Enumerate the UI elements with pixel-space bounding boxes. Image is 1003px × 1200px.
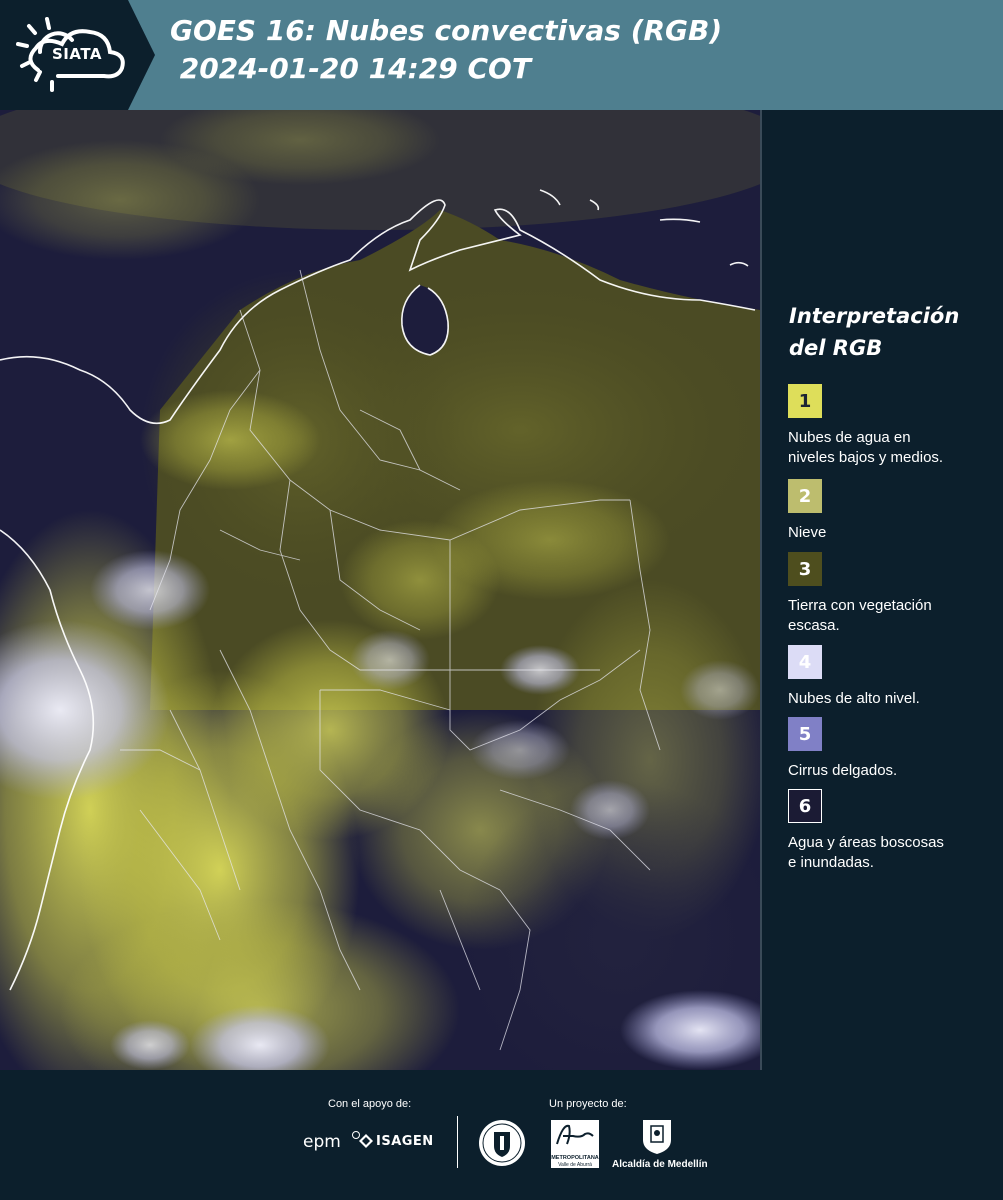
legend-item-3: 3 Tierra con vegetación escasa. (788, 552, 998, 636)
header-bar: SIATA GOES 16: Nubes convectivas (RGB) 2… (0, 0, 1003, 110)
legend-label-3: Tierra con vegetación escasa. (788, 597, 932, 634)
epm-logo[interactable]: epm (303, 1132, 341, 1152)
isagen-mark-icon (359, 1134, 373, 1148)
legend-item-4: 4 Nubes de alto nivel. (788, 645, 998, 709)
legend-title: Interpretación del RGB (789, 304, 960, 360)
alcaldia-shield-icon[interactable] (641, 1118, 673, 1156)
alcaldia-text: Alcaldía de Medellín (612, 1159, 708, 1170)
footer-divider (457, 1116, 458, 1168)
legend-label-4: Nubes de alto nivel. (788, 690, 920, 707)
legend-swatch-4: 4 (788, 645, 822, 679)
legend-swatch-3: 3 (788, 552, 822, 586)
isagen-logo[interactable]: ISAGEN (376, 1134, 434, 1149)
legend-panel: Interpretación del RGB 1 Nubes de agua e… (762, 110, 1003, 1070)
legend-swatch-2: 2 (788, 479, 822, 513)
siata-logo[interactable]: SIATA (0, 0, 155, 110)
legend-item-5: 5 Cirrus delgados. (788, 717, 998, 781)
legend-item-2: 2 Nieve (788, 479, 998, 543)
area-script-icon (556, 1124, 594, 1145)
legend-item-6: 6 Agua y áreas boscosas e inundadas. (788, 789, 998, 873)
satellite-map[interactable] (0, 110, 762, 1070)
legend-label-5: Cirrus delgados. (788, 762, 898, 779)
area-metropolitana-line1: METROPOLITANA (551, 1155, 599, 1161)
legend-swatch-6: 6 (788, 789, 822, 823)
legend-label-1: Nubes de agua en niveles bajos y medios. (788, 429, 944, 466)
medellin-seal-icon[interactable] (477, 1118, 527, 1168)
legend-label-6: Agua y áreas boscosas e inundadas. (788, 834, 944, 871)
legend-swatch-5: 5 (788, 717, 822, 751)
page-title: GOES 16: Nubes convectivas (RGB) 2024-01… (170, 14, 723, 85)
support-label: Con el apoyo de: (328, 1098, 412, 1110)
area-metropolitana-line2: Valle de Aburrá (558, 1162, 592, 1168)
satellite-image (0, 110, 760, 1070)
legend-label-2: Nieve (788, 524, 827, 541)
area-metropolitana-logo[interactable]: METROPOLITANA Valle de Aburrá (551, 1120, 599, 1168)
legend-swatch-1: 1 (788, 384, 822, 418)
footer: Con el apoyo de: Un proyecto de: epm ISA… (0, 1070, 1003, 1200)
project-label: Un proyecto de: (549, 1098, 627, 1110)
legend-item-1: 1 Nubes de agua en niveles bajos y medio… (788, 384, 998, 468)
logo-wordmark: SIATA (52, 45, 103, 63)
